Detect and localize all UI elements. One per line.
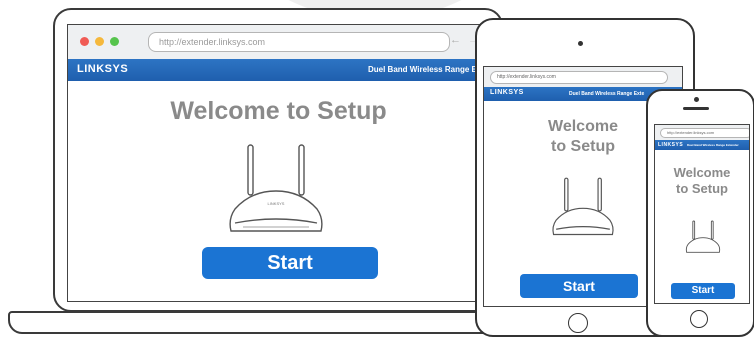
phone-screen: http://extender.linksys.com LINKSYS Duel… bbox=[654, 124, 750, 304]
phone-url-text: http://extender.linksys.com bbox=[667, 130, 715, 135]
router-illustration: LINKSYS bbox=[229, 144, 323, 232]
phone-header-banner: LINKSYS Duel Band Wireless Range Extende… bbox=[655, 140, 749, 150]
phone-start-button[interactable]: Start bbox=[671, 283, 735, 299]
laptop-header-banner: LINKSYS Duel Band Wireless Range Ex bbox=[68, 59, 489, 81]
tablet-router-illustration bbox=[552, 177, 614, 236]
close-window-dot[interactable] bbox=[80, 37, 89, 46]
laptop-start-button[interactable]: Start bbox=[202, 247, 378, 279]
maximize-window-dot[interactable] bbox=[110, 37, 119, 46]
tablet-linksys-logo: LINKSYS bbox=[490, 89, 524, 96]
tablet-camera-icon bbox=[578, 41, 583, 46]
tablet-start-button[interactable]: Start bbox=[520, 274, 638, 298]
phone-welcome-line-2: to Setup bbox=[676, 181, 728, 196]
phone-welcome-heading: Welcome to Setup bbox=[655, 165, 749, 197]
phone-camera-icon bbox=[694, 97, 699, 102]
product-tagline: Duel Band Wireless Range Ex bbox=[368, 65, 482, 74]
phone-welcome-line-1: Welcome bbox=[673, 165, 731, 180]
laptop-address-bar[interactable]: http://extender.linksys.com bbox=[148, 32, 450, 52]
tablet-url-text: http://extender.linksys.com bbox=[497, 74, 556, 80]
phone-browser-toolbar: http://extender.linksys.com bbox=[655, 125, 749, 141]
tablet-address-bar[interactable]: http://extender.linksys.com bbox=[490, 71, 668, 84]
linksys-logo: LINKSYS bbox=[77, 63, 129, 75]
phone-address-bar[interactable]: http://extender.linksys.com bbox=[660, 128, 749, 138]
tablet-product-tagline: Duel Band Wireless Range Exte bbox=[569, 91, 645, 97]
phone-linksys-logo: LINKSYS bbox=[658, 142, 684, 148]
laptop-browser-toolbar: http://extender.linksys.com ← → bbox=[68, 25, 489, 60]
laptop-base bbox=[8, 311, 518, 334]
laptop-screen: http://extender.linksys.com ← → LINKSYS … bbox=[67, 24, 490, 302]
phone-home-button[interactable] bbox=[690, 310, 708, 328]
minimize-window-dot[interactable] bbox=[95, 37, 104, 46]
phone-speaker-icon bbox=[683, 107, 709, 110]
tablet-home-button[interactable] bbox=[568, 313, 588, 333]
laptop-url-text: http://extender.linksys.com bbox=[159, 37, 266, 47]
phone-router-illustration bbox=[685, 220, 721, 253]
back-arrow-icon[interactable]: ← bbox=[450, 34, 461, 46]
tablet-browser-toolbar: http://extender.linksys.com bbox=[484, 67, 682, 88]
router-brand-label: LINKSYS bbox=[268, 201, 285, 206]
welcome-heading: Welcome to Setup bbox=[170, 97, 387, 125]
phone-product-tagline: Duel Band Wireless Range Extender bbox=[687, 143, 739, 147]
